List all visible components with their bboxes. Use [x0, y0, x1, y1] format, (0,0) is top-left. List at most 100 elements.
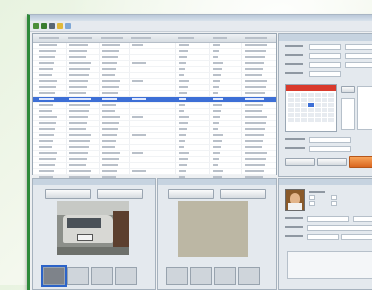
calendar-day[interactable]: [328, 93, 334, 97]
text-field[interactable]: [345, 44, 372, 50]
calendar-day[interactable]: [288, 113, 294, 117]
table-cell: [102, 50, 119, 52]
calendar-day[interactable]: [314, 93, 321, 97]
calendar-day[interactable]: [308, 113, 314, 117]
thumbnail[interactable]: [238, 267, 260, 285]
column-header[interactable]: [68, 37, 92, 39]
calendar-day[interactable]: [314, 118, 321, 122]
column-header[interactable]: [213, 37, 227, 39]
calendar-day[interactable]: [308, 118, 314, 122]
table-cell: [132, 44, 143, 46]
notes-box[interactable]: [287, 251, 372, 279]
calendar-day[interactable]: [321, 118, 328, 122]
calendar-day[interactable]: [308, 98, 314, 102]
vehicle-photo: [57, 201, 129, 255]
thumbnail[interactable]: [91, 267, 113, 285]
calendar-button[interactable]: [341, 86, 355, 93]
search-panel: [278, 33, 372, 177]
checkbox[interactable]: [309, 195, 315, 200]
calendar-day[interactable]: [328, 118, 334, 122]
text-field[interactable]: [345, 53, 372, 59]
calendar-day[interactable]: [328, 103, 334, 107]
calendar-day[interactable]: [301, 103, 308, 107]
calendar-day[interactable]: [294, 103, 301, 107]
view-button[interactable]: [168, 189, 214, 199]
thumbnail[interactable]: [190, 267, 212, 285]
text-field[interactable]: [309, 62, 341, 68]
table-cell: [102, 80, 120, 82]
records-table[interactable]: [32, 33, 277, 187]
column-header[interactable]: [131, 37, 151, 39]
refresh-icon[interactable]: [65, 23, 71, 29]
capture-button[interactable]: [45, 189, 91, 199]
options-list[interactable]: [357, 86, 372, 130]
calendar-day[interactable]: [294, 108, 301, 112]
compare-button[interactable]: [220, 189, 266, 199]
calendar-day[interactable]: [288, 118, 294, 122]
checkbox[interactable]: [309, 201, 315, 206]
text-field[interactable]: [345, 62, 372, 68]
calendar-day[interactable]: [294, 98, 301, 102]
checkbox[interactable]: [331, 195, 337, 200]
date-field[interactable]: [309, 71, 341, 77]
calendar-day[interactable]: [301, 93, 308, 97]
text-field[interactable]: [353, 216, 372, 222]
column-header[interactable]: [245, 37, 267, 39]
settings-button[interactable]: [97, 189, 143, 199]
text-field[interactable]: [309, 137, 351, 143]
text-field[interactable]: [307, 234, 339, 240]
calendar-day[interactable]: [314, 113, 321, 117]
column-header[interactable]: [39, 37, 59, 39]
calendar-day[interactable]: [288, 103, 294, 107]
calendar[interactable]: [285, 84, 337, 132]
text-field[interactable]: [309, 146, 351, 152]
calendar-day[interactable]: [321, 113, 328, 117]
text-field[interactable]: [307, 216, 349, 222]
calendar-day[interactable]: [308, 103, 314, 107]
calendar-day[interactable]: [308, 108, 314, 112]
calendar-day[interactable]: [314, 108, 321, 112]
calendar-day[interactable]: [321, 93, 328, 97]
text-field[interactable]: [309, 44, 341, 50]
thumbnail[interactable]: [214, 267, 236, 285]
text-field[interactable]: [307, 225, 372, 231]
calendar-day[interactable]: [294, 113, 301, 117]
calendar-day[interactable]: [314, 103, 321, 107]
thumbnail[interactable]: [67, 267, 89, 285]
calendar-day[interactable]: [288, 108, 294, 112]
text-field[interactable]: [309, 53, 341, 59]
time-list[interactable]: [341, 98, 355, 130]
calendar-day[interactable]: [301, 118, 308, 122]
calendar-day[interactable]: [321, 103, 328, 107]
column-header[interactable]: [101, 37, 123, 39]
text-field[interactable]: [341, 234, 372, 240]
search-button[interactable]: [349, 156, 372, 168]
calendar-day[interactable]: [308, 93, 314, 97]
option-button[interactable]: [317, 158, 347, 166]
option-button[interactable]: [285, 158, 315, 166]
checkbox[interactable]: [331, 201, 337, 206]
calendar-day[interactable]: [314, 98, 321, 102]
calendar-day[interactable]: [288, 93, 294, 97]
calendar-day[interactable]: [301, 113, 308, 117]
folder-icon[interactable]: [57, 23, 63, 29]
back-icon[interactable]: [33, 23, 39, 29]
column-header[interactable]: [178, 37, 194, 39]
calendar-day[interactable]: [321, 108, 328, 112]
calendar-day[interactable]: [301, 108, 308, 112]
calendar-day[interactable]: [294, 118, 301, 122]
thumbnail[interactable]: [166, 267, 188, 285]
table-cell: [102, 92, 118, 94]
calendar-day[interactable]: [301, 98, 308, 102]
calendar-day[interactable]: [328, 98, 334, 102]
calendar-day[interactable]: [294, 93, 301, 97]
calendar-days[interactable]: [286, 91, 336, 124]
calendar-day[interactable]: [328, 113, 334, 117]
calendar-day[interactable]: [288, 98, 294, 102]
calendar-day[interactable]: [328, 108, 334, 112]
thumbnail[interactable]: [115, 267, 137, 285]
calendar-day[interactable]: [321, 98, 328, 102]
forward-icon[interactable]: [41, 23, 47, 29]
table-cell: [245, 116, 267, 118]
camera-icon[interactable]: [49, 23, 55, 29]
